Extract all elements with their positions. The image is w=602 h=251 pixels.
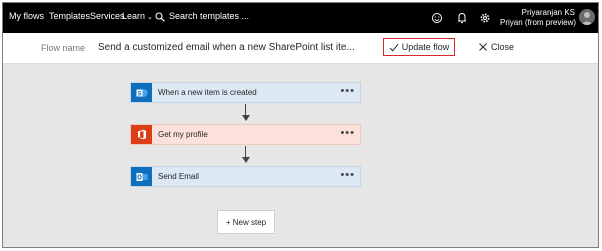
chevron-down-icon: ⌄ [147, 14, 153, 21]
close-button[interactable]: Close [479, 42, 514, 52]
gear-icon[interactable] [474, 9, 496, 27]
step-label: When a new item is created [158, 88, 257, 97]
checkmark-icon [389, 43, 399, 52]
app-window: My flows Templates Services Learn ⌄ Searc… [2, 2, 599, 248]
nav-my-flows[interactable]: My flows [9, 11, 44, 21]
user-name: Priyaranjan KS [521, 8, 575, 17]
bell-icon[interactable] [451, 9, 473, 27]
top-nav-bar: My flows Templates Services Learn ⌄ Searc… [3, 3, 598, 33]
office-icon [131, 125, 152, 144]
outlook-icon [131, 167, 152, 186]
flow-name-field[interactable]: Send a customized email when a new Share… [98, 42, 355, 53]
close-label: Close [491, 42, 515, 52]
arrow-down-icon [242, 115, 250, 121]
more-options-icon[interactable]: ••• [340, 127, 355, 139]
svg-text:S: S [137, 91, 141, 97]
search-placeholder: Search templates ... [169, 11, 250, 21]
user-info[interactable]: Priyaranjan KS Priyan (from preview) [500, 5, 577, 31]
avatar[interactable] [579, 9, 595, 25]
arrow-down-icon [242, 157, 250, 163]
user-subtitle: Priyan (from preview) [500, 18, 577, 27]
nav-learn-label: Learn [122, 11, 146, 21]
flow-header: Flow name Send a customized email when a… [3, 33, 598, 64]
search-box[interactable]: Search templates ... [155, 10, 315, 24]
more-options-icon[interactable]: ••• [340, 85, 355, 97]
update-flow-label: Update flow [401, 42, 450, 52]
step-label: Get my profile [158, 130, 208, 139]
flow-canvas: S When a new item is created ••• Get my … [3, 64, 598, 247]
nav-services[interactable]: Services [90, 11, 125, 21]
close-icon [479, 43, 487, 51]
connector-line [245, 146, 246, 157]
smiley-icon[interactable] [426, 9, 448, 27]
nav-learn[interactable]: Learn ⌄ [122, 11, 153, 21]
step-label: Send Email [158, 172, 199, 181]
sharepoint-icon: S [131, 83, 152, 102]
update-flow-button[interactable]: Update flow [383, 38, 455, 56]
search-icon [155, 12, 165, 22]
step-get-my-profile[interactable]: Get my profile ••• [130, 124, 361, 145]
nav-templates[interactable]: Templates [49, 11, 90, 21]
connector-line [245, 104, 246, 115]
new-step-button[interactable]: + New step [217, 210, 275, 234]
step-send-email[interactable]: Send Email ••• [130, 166, 361, 187]
more-options-icon[interactable]: ••• [340, 169, 355, 181]
flow-name-label: Flow name [41, 43, 86, 53]
step-when-new-item-created[interactable]: S When a new item is created ••• [130, 82, 361, 103]
